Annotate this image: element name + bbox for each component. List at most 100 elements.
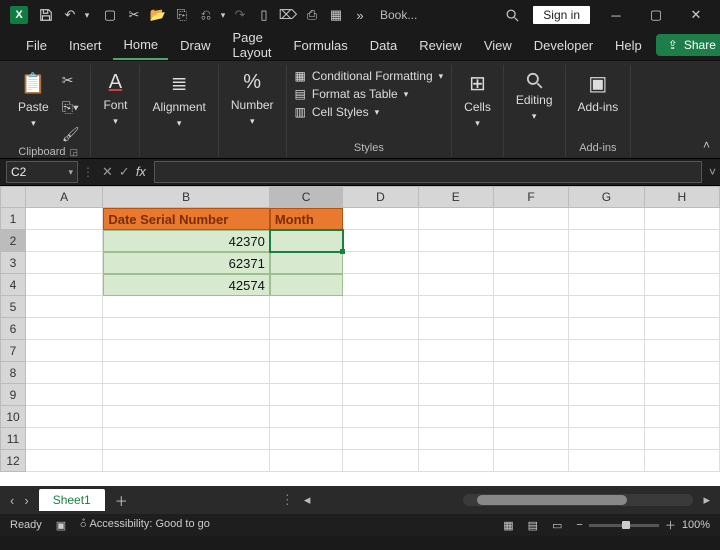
zoom-in-icon[interactable]: ＋ [665,517,676,533]
table-icon[interactable]: ▦ [324,1,348,29]
cell-C1[interactable]: Month [270,208,343,230]
cell-A10[interactable] [26,406,103,428]
cell-B9[interactable] [103,384,269,406]
cell-C3[interactable] [270,252,343,274]
expand-formula-bar-icon[interactable]: ˅ [709,165,716,179]
cell-F7[interactable] [494,340,569,362]
tab-help[interactable]: Help [605,32,652,59]
row-header-4[interactable]: 4 [0,274,26,296]
cell-D5[interactable] [343,296,418,318]
cell-D1[interactable] [343,208,418,230]
quick-access-icon-1[interactable]: ⎘ [170,1,194,29]
sheet-nav-prev-icon[interactable]: ‹ [10,493,14,508]
open-folder-icon[interactable]: 📂 [146,1,170,29]
view-normal-icon[interactable]: ▦ [503,519,513,532]
cancel-formula-icon[interactable]: ✕ [102,164,113,180]
hscroll-right-icon[interactable]: ▸ [703,492,710,508]
cell-E2[interactable] [419,230,494,252]
cell-E1[interactable] [419,208,494,230]
cell-H9[interactable] [645,384,720,406]
cell-A4[interactable] [26,274,103,296]
cell-C8[interactable] [270,362,343,384]
cell-C2[interactable] [270,230,343,252]
new-file-icon[interactable]: ▢ [98,1,122,29]
cell-F6[interactable] [494,318,569,340]
close-button[interactable]: ✕ [676,0,716,30]
cell-styles-button[interactable]: ▥ Cell Styles ▾ [295,105,380,119]
tab-view[interactable]: View [474,32,522,59]
cell-F10[interactable] [494,406,569,428]
format-painter-button[interactable]: 🖌 [59,123,83,146]
cell-E7[interactable] [419,340,494,362]
zoom-out-icon[interactable]: − [576,519,582,531]
cell-B12[interactable] [103,450,269,472]
cell-G11[interactable] [569,428,644,450]
cell-D9[interactable] [343,384,418,406]
overflow-icon[interactable]: » [348,1,372,29]
cell-D8[interactable] [343,362,418,384]
cell-F1[interactable] [494,208,569,230]
tab-review[interactable]: Review [409,32,472,59]
cell-A6[interactable] [26,318,103,340]
cells-button[interactable]: ⊞ Cells ▾ [460,69,495,131]
spreadsheet-grid[interactable]: 123456789101112 ABCDEFGH Date Serial Num… [0,186,720,486]
alignment-button[interactable]: ≣ Alignment ▾ [148,69,209,131]
cell-E12[interactable] [419,450,494,472]
row-header-7[interactable]: 7 [0,340,26,362]
cell-G5[interactable] [569,296,644,318]
cell-D2[interactable] [343,230,418,252]
cell-H12[interactable] [645,450,720,472]
cell-C11[interactable] [270,428,343,450]
collapse-ribbon-icon[interactable]: ˄ [703,138,710,152]
hscroll-left-icon[interactable]: ◂ [304,492,311,508]
cell-H1[interactable] [645,208,720,230]
save-icon[interactable] [34,1,58,29]
addins-button[interactable]: ▣ Add-ins [574,69,623,116]
paste-button[interactable]: 📋 Paste ▾ [14,69,53,131]
cell-A11[interactable] [26,428,103,450]
cell-H7[interactable] [645,340,720,362]
cell-F3[interactable] [494,252,569,274]
cell-A12[interactable] [26,450,103,472]
cell-G4[interactable] [569,274,644,296]
tab-file[interactable]: File [16,32,57,59]
cell-A8[interactable] [26,362,103,384]
cell-F4[interactable] [494,274,569,296]
row-header-6[interactable]: 6 [0,318,26,340]
cell-C12[interactable] [270,450,343,472]
cell-D12[interactable] [343,450,418,472]
cell-F12[interactable] [494,450,569,472]
cell-G6[interactable] [569,318,644,340]
row-header-2[interactable]: 2 [0,230,26,252]
cell-E6[interactable] [419,318,494,340]
cell-E4[interactable] [419,274,494,296]
minimize-button[interactable]: ─ [596,0,636,30]
row-header-8[interactable]: 8 [0,362,26,384]
cell-E8[interactable] [419,362,494,384]
cell-C10[interactable] [270,406,343,428]
cell-D6[interactable] [343,318,418,340]
conditional-formatting-button[interactable]: ▦ Conditional Formatting ▾ [295,69,444,83]
row-header-9[interactable]: 9 [0,384,26,406]
row-header-10[interactable]: 10 [0,406,26,428]
sign-in-button[interactable]: Sign in [533,6,590,24]
maximize-button[interactable]: ▢ [636,0,676,30]
zoom-slider[interactable] [589,524,659,527]
cell-C9[interactable] [270,384,343,406]
column-header-A[interactable]: A [26,186,103,208]
cell-H8[interactable] [645,362,720,384]
quick-access-icon-2[interactable]: ⎌ [194,1,218,29]
cell-F2[interactable] [494,230,569,252]
sheet-tab[interactable]: Sheet1 [39,489,105,511]
cell-C6[interactable] [270,318,343,340]
cell-G8[interactable] [569,362,644,384]
cell-A1[interactable] [26,208,103,230]
tab-data[interactable]: Data [360,32,407,59]
cell-B11[interactable] [103,428,269,450]
cell-C5[interactable] [270,296,343,318]
cell-A2[interactable] [26,230,103,252]
cell-H3[interactable] [645,252,720,274]
format-as-table-button[interactable]: ▤ Format as Table ▾ [295,87,409,101]
tab-draw[interactable]: Draw [170,32,220,59]
row-header-12[interactable]: 12 [0,450,26,472]
